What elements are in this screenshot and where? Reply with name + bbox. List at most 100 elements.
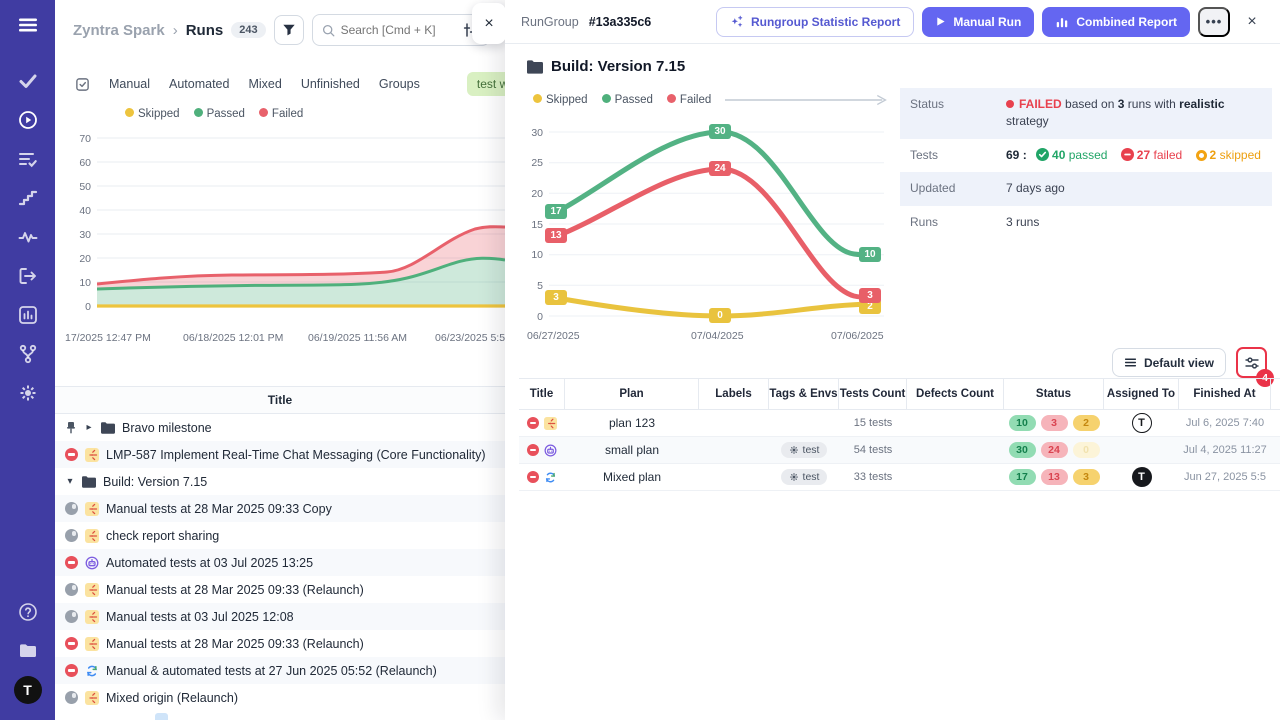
table-view-bar: Default view 4 <box>1112 347 1267 378</box>
run-row-manual-automated[interactable]: Manual & automated tests at 27 Jun 2025 … <box>55 657 505 684</box>
y-tick: 25 <box>519 157 543 169</box>
activity-pulse-icon[interactable] <box>17 226 39 248</box>
col-title: Title <box>519 379 565 409</box>
runs-overview-chart: 70 60 50 40 30 20 10 0 <box>55 126 505 332</box>
legend-failed: Failed <box>259 108 303 120</box>
runs-play-circle-icon[interactable] <box>17 109 39 131</box>
passed-dot-icon <box>194 108 203 117</box>
run-row-manual-relaunch-2[interactable]: Manual tests at 28 Mar 2025 09:33 (Relau… <box>55 630 505 657</box>
run-detail-row-plan-123[interactable]: plan 123 15 tests 10 3 2 T Jul 6, 2025 7… <box>519 410 1280 437</box>
search-icon <box>322 24 335 37</box>
run-detail-row-small-plan[interactable]: small plan test 54 tests 30 24 0 Jul 4, … <box>519 437 1280 464</box>
run-row-build-version[interactable]: ▾ Build: Version 7.15 <box>55 468 505 495</box>
statistic-report-button[interactable]: Rungroup Statistic Report <box>716 7 914 37</box>
skipped-point-label: 0 <box>709 308 731 323</box>
search-input[interactable] <box>341 23 471 37</box>
tab-mixed[interactable]: Mixed <box>248 77 281 91</box>
folder-icon[interactable] <box>17 640 39 662</box>
run-row-automated[interactable]: Automated tests at 03 Jul 2025 13:25 <box>55 549 505 576</box>
tab-unfinished[interactable]: Unfinished <box>301 77 360 91</box>
default-view-button[interactable]: Default view <box>1112 348 1226 377</box>
panel-close-button[interactable]: × <box>472 3 505 44</box>
tab-automated[interactable]: Automated <box>169 77 229 91</box>
steps-icon[interactable] <box>17 187 39 209</box>
manual-spark-icon <box>544 417 557 430</box>
finished-at: Jul 6, 2025 7:40 <box>1179 410 1271 436</box>
skipped-badge: 2 <box>1073 415 1100 431</box>
run-row-manual-copy[interactable]: Manual tests at 28 Mar 2025 09:33 Copy <box>55 495 505 522</box>
finished-at: Jul 4, 2025 11:27 <box>1179 437 1271 463</box>
filter-button[interactable] <box>274 15 304 45</box>
skipped-ring-icon <box>1196 150 1207 161</box>
skipped-badge: 3 <box>1073 469 1100 485</box>
breadcrumb-page[interactable]: Runs <box>186 22 224 39</box>
chevron-right-icon[interactable]: ▸ <box>84 422 94 433</box>
user-avatar[interactable]: T <box>14 676 42 704</box>
import-icon[interactable] <box>17 265 39 287</box>
tests-count: 54 tests <box>839 437 907 463</box>
failed-point-label: 13 <box>545 228 567 243</box>
passed-point-label: 17 <box>545 204 567 219</box>
run-row-bravo-milestone[interactable]: ▸ Bravo milestone <box>55 414 505 441</box>
gear-icon <box>789 472 799 482</box>
tests-count: 15 tests <box>839 410 907 436</box>
col-labels: Labels <box>699 379 769 409</box>
trend-chart-legend: Skipped Passed Failed <box>533 94 889 106</box>
select-all-icon[interactable] <box>75 77 90 92</box>
pin-icon[interactable] <box>65 421 77 434</box>
run-title: Manual tests at 28 Mar 2025 09:33 (Relau… <box>106 583 364 597</box>
status-value: FAILED based on 3 runs with realistic st… <box>1006 96 1262 131</box>
runs-list-panel: Zyntra Spark › Runs 243 × Manual Automat… <box>55 0 505 720</box>
status-neutral-icon <box>65 583 78 596</box>
status-failed-icon <box>65 664 78 677</box>
tests-value: 69 : 40 passed 27 failed 2 skipped <box>1006 147 1261 164</box>
status-failed-icon <box>527 471 539 483</box>
settings-gear-icon[interactable] <box>17 382 39 404</box>
breadcrumb-separator: › <box>173 22 178 39</box>
tests-label: Tests <box>910 147 1006 164</box>
tab-manual[interactable]: Manual <box>109 77 150 91</box>
table-settings-sliders-button[interactable]: 4 <box>1236 347 1267 378</box>
sparkles-icon <box>730 15 744 29</box>
more-options-button[interactable]: ••• <box>1198 7 1230 37</box>
passed-check-icon <box>1036 148 1049 161</box>
menu-icon[interactable] <box>17 14 39 36</box>
manual-run-button[interactable]: Manual Run <box>922 7 1034 37</box>
rungroup-detail-panel: RunGroup #13a335c6 Rungroup Statistic Re… <box>505 0 1280 720</box>
plan-name[interactable]: Mixed plan <box>565 464 699 490</box>
run-row-lmp-587[interactable]: LMP-587 Implement Real-Time Chat Messagi… <box>55 441 505 468</box>
y-tick: 10 <box>519 249 543 261</box>
x-tick: 06/18/2025 12:01 PM <box>183 332 283 344</box>
plan-name[interactable]: plan 123 <box>565 410 699 436</box>
env-tag[interactable]: test <box>781 442 828 458</box>
passed-badge: 30 <box>1009 442 1036 458</box>
run-row-mixed-origin[interactable]: Mixed origin (Relaunch) <box>55 684 505 711</box>
run-detail-row-mixed-plan[interactable]: Mixed plan test 33 tests 17 13 3 T Jun 2… <box>519 464 1280 491</box>
run-row-manual-jul[interactable]: Manual tests at 03 Jul 2025 12:08 <box>55 603 505 630</box>
branch-icon[interactable] <box>17 343 39 365</box>
assignee-avatar[interactable]: T <box>1132 413 1152 433</box>
tab-groups[interactable]: Groups <box>379 77 420 91</box>
chevron-down-icon[interactable]: ▾ <box>65 476 75 487</box>
manual-spark-icon <box>85 691 99 705</box>
mixed-cycle-icon <box>85 664 99 678</box>
mixed-cycle-icon <box>544 471 557 484</box>
manual-spark-icon <box>85 502 99 516</box>
assignee-avatar[interactable]: T <box>1132 467 1152 487</box>
help-icon[interactable] <box>17 601 39 623</box>
run-row-manual-relaunch-1[interactable]: Manual tests at 28 Mar 2025 09:33 (Relau… <box>55 576 505 603</box>
check-icon[interactable] <box>17 70 39 92</box>
passed-dot-icon <box>602 94 611 103</box>
close-panel-button[interactable]: × <box>1238 8 1266 36</box>
env-tag[interactable]: test <box>781 469 828 485</box>
run-row-check-report[interactable]: check report sharing <box>55 522 505 549</box>
combined-report-button[interactable]: Combined Report <box>1042 7 1190 37</box>
breadcrumb-project[interactable]: Zyntra Spark <box>73 22 165 39</box>
rungroup-header: RunGroup #13a335c6 Rungroup Statistic Re… <box>505 0 1280 44</box>
list-check-icon[interactable] <box>17 148 39 170</box>
workspace-pill[interactable]: test work <box>467 72 505 96</box>
list-view-icon <box>1124 356 1137 369</box>
plan-name[interactable]: small plan <box>565 437 699 463</box>
bar-chart-icon[interactable] <box>17 304 39 326</box>
failed-point-label: 3 <box>859 288 881 303</box>
